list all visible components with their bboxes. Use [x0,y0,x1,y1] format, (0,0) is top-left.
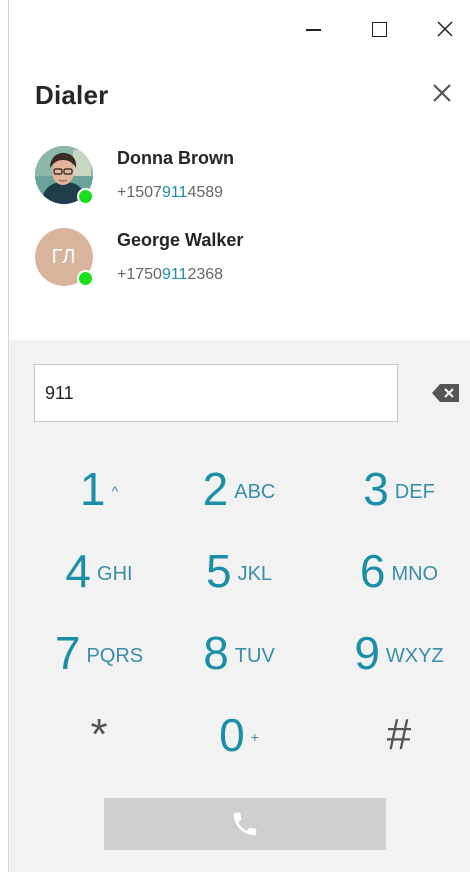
key-letters: ^ [111,483,119,499]
key-digit: 3 [363,463,389,515]
key-hash[interactable]: # [329,700,469,770]
phone-suffix: 2368 [187,266,224,283]
key-letters: DEF [394,480,435,503]
key-letters: GHI [97,562,133,585]
key-digit: 5 [205,545,232,597]
avatar [35,146,94,205]
window-close-button[interactable] [423,12,467,46]
key-letters: + [250,729,259,745]
contact-name: George Walker [117,230,244,250]
key-digit: 0 [219,709,245,761]
contact-item[interactable]: Donna Brown +15079114589 [9,138,470,220]
key-digit: # [386,710,412,759]
key-8[interactable]: 8 TUV [169,618,309,688]
contact-name: Donna Brown [117,148,234,168]
key-4[interactable]: 4 GHI [29,536,169,606]
backspace-icon [432,384,459,402]
key-digit: 1 [79,463,106,515]
online-status-dot [77,188,94,205]
minimize-button[interactable] [291,12,335,46]
key-letters: MNO [391,562,439,585]
key-digit: 6 [359,545,386,597]
dialer-window: Dialer Donna Brown +15079114589 ГЛ Georg… [8,0,470,872]
phone-number-input[interactable] [34,364,398,422]
key-9[interactable]: 9 WXYZ [329,618,469,688]
key-2[interactable]: 2 ABC [169,454,309,524]
maximize-icon [371,21,387,37]
key-3[interactable]: 3 DEF [329,454,469,524]
phone-suffix: 4589 [187,184,224,201]
key-digit: 9 [354,627,380,679]
key-digit: 7 [54,627,81,679]
key-digit: 8 [203,627,229,679]
key-6[interactable]: 6 MNO [329,536,469,606]
minimize-icon [305,29,321,31]
key-letters: ABC [234,480,276,503]
contact-phone: +17509112368 [117,266,223,284]
key-1[interactable]: 1 ^ [29,454,169,524]
phone-prefix: +1507 [117,184,162,201]
key-letters: TUV [234,644,275,667]
key-0[interactable]: 0 + [169,700,309,770]
title-bar [9,0,470,58]
phone-match: 911 [161,184,188,201]
contact-suggestions: Donna Brown +15079114589 ГЛ George Walke… [9,138,470,302]
contact-phone: +15079114589 [117,184,223,202]
dialer-header: Dialer [9,68,470,120]
phone-icon [233,812,257,836]
key-5[interactable]: 5 JKL [169,536,309,606]
avatar: ГЛ [35,228,94,287]
key-star[interactable]: * [29,700,169,770]
dial-pad-area: 1 ^ 2 ABC 3 DEF 4 GHI 5 JKL 6 MNO [9,340,470,872]
call-button[interactable] [104,798,386,850]
online-status-dot [77,270,94,287]
key-letters: WXYZ [385,644,444,667]
key-7[interactable]: 7 PQRS [29,618,169,688]
phone-match: 911 [161,266,188,283]
page-title: Dialer [35,80,109,110]
dialer-close-button[interactable] [427,78,457,108]
key-digit: 4 [65,545,92,597]
close-icon [437,21,453,37]
contact-item[interactable]: ГЛ George Walker +17509112368 [9,220,470,302]
key-digit: 2 [202,463,229,515]
key-letters: JKL [237,562,273,585]
key-letters: PQRS [86,644,144,667]
maximize-button[interactable] [357,12,401,46]
backspace-button[interactable] [429,380,463,406]
key-digit: * [90,710,108,759]
close-icon [433,84,451,102]
phone-prefix: +1750 [117,266,162,283]
